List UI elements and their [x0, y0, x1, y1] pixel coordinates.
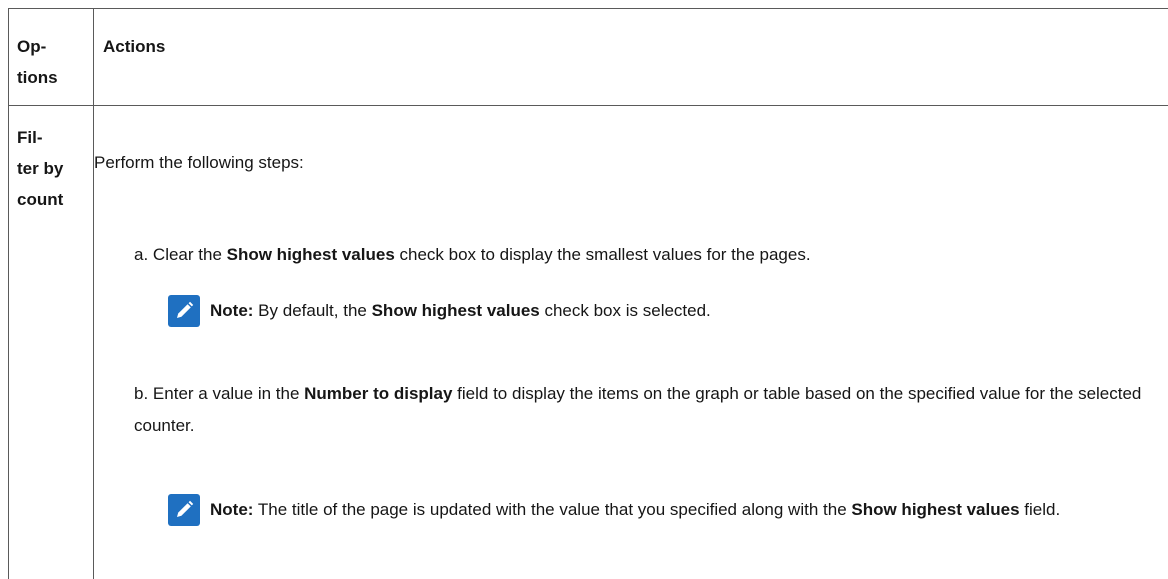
header-options-line-1: Op- — [17, 37, 47, 56]
note-b: Note: The title of the page is updated w… — [168, 494, 1158, 526]
note-b-bold-1: Show highest values — [851, 500, 1020, 519]
note-a: Note: By default, the Show highest value… — [168, 295, 1158, 327]
step-b-text-1: Enter a value in the — [152, 384, 305, 403]
step-b-bold-1: Number to display — [304, 384, 453, 403]
intro-text: Perform the following steps: — [94, 153, 304, 172]
pencil-note-icon — [168, 494, 200, 526]
step-a-text-1: Clear the — [152, 245, 227, 264]
header-row-divider — [9, 105, 1168, 106]
option-line-1: Fil- — [17, 128, 43, 147]
header-options-line-2: tions — [17, 68, 58, 87]
column-divider — [93, 9, 94, 579]
pencil-note-icon — [168, 295, 200, 327]
step-a: a. Clear the Show highest values check b… — [134, 239, 1144, 271]
note-a-bold-1: Show highest values — [371, 301, 540, 320]
note-b-label: Note: — [210, 500, 254, 519]
step-b-marker: b. — [134, 384, 149, 403]
option-line-3: count — [17, 190, 64, 209]
note-b-text-1: The title of the page is updated with th… — [253, 500, 852, 519]
note-a-text-2: check box is selected. — [539, 301, 711, 320]
step-a-text-2: check box to display the smallest values… — [394, 245, 811, 264]
header-options: Op- tions — [17, 31, 87, 93]
option-cell-filter-by-count: Fil- ter by count — [17, 122, 87, 215]
step-a-marker: a. — [134, 245, 149, 264]
note-a-text-1: By default, the — [253, 301, 372, 320]
step-b: b. Enter a value in the Number to displa… — [134, 378, 1144, 442]
step-a-bold-1: Show highest values — [226, 245, 395, 264]
option-line-2: ter by — [17, 159, 64, 178]
header-actions: Actions — [103, 37, 166, 56]
note-a-label: Note: — [210, 301, 254, 320]
note-b-text-2: field. — [1019, 500, 1061, 519]
